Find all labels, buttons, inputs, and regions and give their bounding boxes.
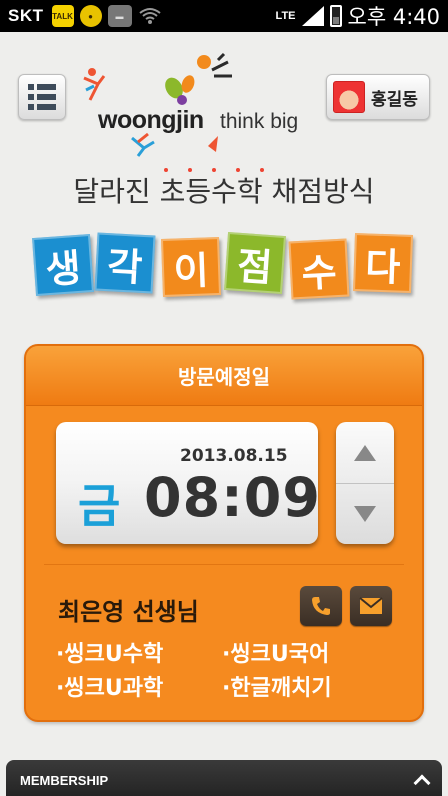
storage-notification-icon: ▬ bbox=[107, 5, 132, 27]
subject-item: ·씽크U국어 bbox=[222, 642, 330, 667]
clock-label: 오후 4:40 bbox=[347, 5, 440, 29]
promo-subtitle-wrap: 달라진 초등수학 채점방식 bbox=[0, 170, 448, 210]
visit-schedule-card: 방문예정일 2013.08.15 금 08:09 최은영 선생님 ·씽크U수학 … bbox=[24, 344, 424, 722]
carrier-label: SKT bbox=[8, 6, 44, 25]
visit-card-title: 방문예정일 bbox=[178, 365, 270, 389]
membership-label: MEMBERSHIP bbox=[20, 772, 109, 788]
user-name: 홍길동 bbox=[371, 89, 418, 110]
talk-notification-icon: TALK bbox=[51, 5, 74, 27]
card-divider bbox=[44, 564, 404, 565]
previous-date-button[interactable] bbox=[336, 422, 394, 483]
promo-tile: 각 bbox=[94, 232, 156, 294]
user-profile-button[interactable]: 홍길동 bbox=[326, 74, 430, 120]
visit-time: 08:09 bbox=[144, 466, 321, 529]
promo-tile: 다 bbox=[353, 233, 413, 293]
logo-tagline-text: think big bbox=[220, 110, 299, 133]
next-date-button[interactable] bbox=[336, 483, 394, 544]
promo-tile: 점 bbox=[224, 232, 286, 294]
visit-date: 2013.08.15 bbox=[180, 446, 288, 466]
list-icon bbox=[28, 84, 56, 90]
wifi-icon bbox=[138, 8, 161, 24]
menu-button[interactable] bbox=[18, 74, 66, 120]
call-teacher-button[interactable] bbox=[300, 586, 342, 626]
battery-icon bbox=[329, 5, 342, 27]
app-header: woongjin think big 홍길동 bbox=[0, 32, 448, 157]
status-bar: SKT TALK ● ▬ LTE 오후 4:40 bbox=[0, 0, 448, 32]
promo-subtitle: 달라진 초등수학 채점방식 bbox=[73, 175, 375, 208]
promo-tile: 수 bbox=[288, 238, 350, 300]
subject-item: ·씽크U수학 bbox=[56, 642, 164, 667]
promo-tiles: 생 각 이 점 수 다 bbox=[32, 228, 414, 304]
subject-item: ·씽크U과학 bbox=[56, 676, 164, 701]
promo-tile: 생 bbox=[32, 234, 94, 296]
logo-figures-icon bbox=[83, 52, 232, 157]
visit-card-header: 방문예정일 bbox=[26, 346, 422, 406]
date-stepper bbox=[336, 422, 394, 544]
teacher-name: 최은영 선생님 bbox=[58, 598, 199, 626]
membership-panel-toggle[interactable]: MEMBERSHIP bbox=[6, 760, 442, 796]
chevron-up-icon bbox=[413, 774, 431, 792]
avatar bbox=[333, 81, 365, 113]
arrow-up-icon bbox=[354, 444, 376, 461]
arrow-down-icon bbox=[354, 506, 376, 522]
signal-icon bbox=[301, 6, 324, 26]
message-teacher-button[interactable] bbox=[350, 586, 392, 626]
woongjin-logo: woongjin think big bbox=[78, 50, 318, 160]
phone-icon bbox=[312, 597, 330, 615]
kakao-notification-icon: ● bbox=[79, 5, 102, 27]
subject-item: ·한글깨치기 bbox=[222, 676, 332, 701]
visit-datetime-display: 2013.08.15 금 08:09 bbox=[56, 422, 321, 544]
promo-tile: 이 bbox=[161, 237, 221, 297]
mail-icon bbox=[359, 597, 383, 614]
network-type-label: LTE bbox=[275, 10, 296, 22]
logo-brand-text: woongjin bbox=[98, 106, 204, 134]
visit-weekday: 금 bbox=[78, 479, 121, 533]
